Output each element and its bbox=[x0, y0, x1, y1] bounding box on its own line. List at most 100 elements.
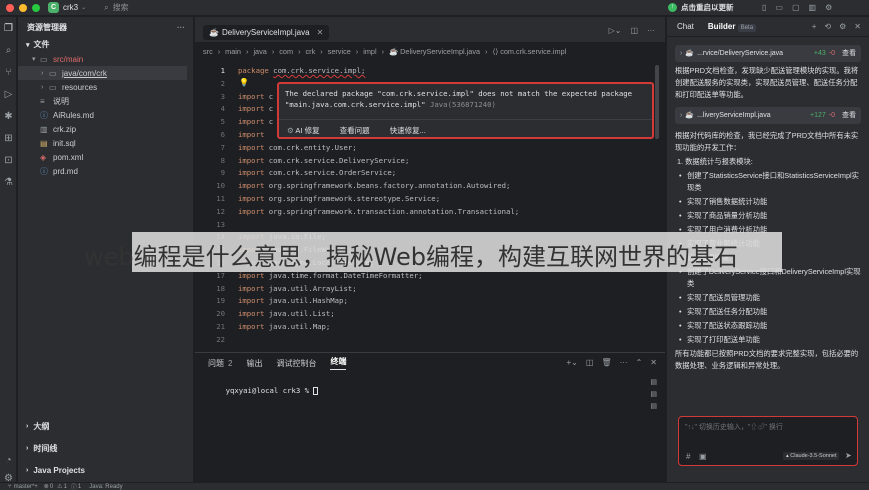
code-line[interactable]: import java.util.HashMap; bbox=[238, 296, 519, 309]
tree-item[interactable]: ▾ ▭ src/main bbox=[18, 52, 193, 66]
new-terminal-icon[interactable]: +⌄ bbox=[567, 358, 578, 367]
collapsed-section[interactable]: › 大纲 bbox=[18, 415, 194, 437]
view-button[interactable]: 查看 bbox=[842, 110, 856, 122]
breadcrumb-item[interactable]: com bbox=[279, 47, 293, 56]
close-panel-icon[interactable]: ✕ bbox=[854, 22, 861, 31]
branch-icon[interactable]: ⑂ bbox=[8, 484, 12, 490]
terminal-instance-icon[interactable]: ▤ bbox=[650, 378, 657, 386]
maximize-window-button[interactable] bbox=[32, 3, 40, 12]
breadcrumb-item[interactable]: com.crk.service.impl bbox=[500, 47, 566, 56]
terminal-tab[interactable]: 终端 bbox=[330, 356, 347, 370]
collapsed-section[interactable]: › Java Projects bbox=[18, 459, 194, 481]
tab-chat[interactable]: Chat bbox=[677, 22, 694, 31]
run-icon[interactable]: ▷⌄ bbox=[609, 26, 622, 35]
panel-toggle-icon[interactable]: ▢ bbox=[792, 3, 800, 12]
settings-gear-icon[interactable]: ⚙ bbox=[825, 3, 832, 12]
quick-fix-button[interactable]: 快速修复... bbox=[390, 125, 426, 136]
code-line[interactable]: import com.crk.service.OrderService; bbox=[238, 168, 519, 181]
close-window-button[interactable] bbox=[6, 3, 14, 12]
code-line[interactable]: package com.crk.service.impl; bbox=[238, 66, 519, 79]
code-line[interactable]: import com.crk.entity.User; bbox=[238, 143, 519, 156]
java-status[interactable]: Java: Ready bbox=[89, 484, 122, 490]
minimize-window-button[interactable] bbox=[19, 3, 27, 12]
maximize-panel-icon[interactable]: ⌃ bbox=[636, 358, 643, 367]
terminal-tab[interactable]: 输出 bbox=[246, 358, 262, 369]
bug-icon[interactable]: ✱ bbox=[0, 105, 17, 127]
collapsed-section[interactable]: › 时间线 bbox=[18, 437, 194, 459]
breadcrumb-item[interactable]: java bbox=[253, 47, 266, 56]
more-icon[interactable]: ··· bbox=[620, 358, 628, 367]
search-box[interactable]: ⌕ 搜索 bbox=[104, 2, 128, 13]
tree-item[interactable]: ⓘ AiRules.md bbox=[18, 108, 193, 122]
code-line[interactable] bbox=[238, 335, 519, 348]
files-section-header[interactable]: ▾ 文件 bbox=[18, 37, 193, 52]
remote-icon[interactable]: ⊞ bbox=[0, 127, 17, 149]
history-icon[interactable]: ⟲ bbox=[824, 22, 831, 31]
changed-file-card[interactable]: › ☕ ...rvice/DeliveryService.java +43 -0 查看 bbox=[675, 45, 861, 62]
chat-input[interactable]: "↑↓" 切换历史输入，"⇧⏎" 换行 bbox=[685, 422, 783, 432]
new-chat-icon[interactable]: + bbox=[812, 22, 817, 31]
tree-item[interactable]: ▥ crk.zip bbox=[18, 122, 193, 136]
layout-icon[interactable]: ▥ bbox=[809, 3, 817, 12]
view-button[interactable]: 查看 bbox=[842, 48, 856, 60]
update-button[interactable]: ↑ 点击重启以更新 bbox=[668, 2, 734, 13]
view-problem-button[interactable]: 查看问题 bbox=[340, 125, 370, 136]
lightbulb-icon[interactable]: 💡 bbox=[239, 78, 249, 87]
branch-name[interactable]: master*+ bbox=[14, 484, 38, 490]
split-editor-icon[interactable]: ◫ bbox=[630, 26, 638, 35]
code-line[interactable]: import java.util.Map; bbox=[238, 322, 519, 335]
code-line[interactable] bbox=[238, 220, 519, 233]
tree-item[interactable]: ≡ 说明 bbox=[18, 94, 193, 108]
breadcrumb-item[interactable]: DeliveryServiceImpl.java bbox=[400, 47, 480, 56]
terminal-tab[interactable]: 问题 2 bbox=[208, 358, 232, 369]
code-line[interactable]: import java.time.format.DateTimeFormatte… bbox=[238, 271, 519, 284]
sidebar-toggle-icon[interactable]: ▯ bbox=[762, 3, 766, 12]
breadcrumb-item[interactable]: impl bbox=[363, 47, 376, 56]
warning-icon[interactable]: ⚠ bbox=[57, 483, 62, 490]
code-line[interactable]: import com.crk.service.DeliveryService; bbox=[238, 156, 519, 169]
settings-gear-icon[interactable]: ⚙ bbox=[839, 22, 846, 31]
ai-fix-button[interactable]: ⚙ AI 修复 bbox=[287, 125, 320, 136]
project-switcher[interactable]: crk3 ⌄ bbox=[63, 3, 86, 12]
more-actions-icon[interactable]: ··· bbox=[177, 23, 185, 32]
hash-icon[interactable]: # bbox=[686, 452, 690, 461]
tab-builder[interactable]: Builder Beta bbox=[708, 22, 757, 32]
code-line[interactable]: import org.springframework.beans.factory… bbox=[238, 181, 519, 194]
terminal-cursor[interactable] bbox=[313, 387, 319, 395]
search-icon[interactable]: ⌕ bbox=[0, 39, 17, 61]
tree-item[interactable]: ▤ init.sql bbox=[18, 136, 193, 150]
terminal-instance-icon[interactable]: ▤ bbox=[650, 390, 657, 398]
terminal-instance-icon[interactable]: ▤ bbox=[650, 402, 657, 410]
code-line[interactable]: import java.util.List; bbox=[238, 309, 519, 322]
more-icon[interactable]: ··· bbox=[647, 26, 655, 35]
model-selector[interactable]: ▴ Claude-3.5-Sonnet bbox=[783, 452, 840, 460]
code-line[interactable]: import org.springframework.transaction.a… bbox=[238, 207, 519, 220]
layout-split-icon[interactable]: ▭ bbox=[775, 3, 783, 12]
breadcrumb-item[interactable]: main bbox=[225, 47, 241, 56]
changed-file-card[interactable]: › ☕ ...liveryServiceImpl.java +127 -0 查看 bbox=[675, 107, 861, 124]
tree-item[interactable]: › ▭ java/com/crk bbox=[18, 66, 187, 80]
breadcrumb-item[interactable]: src bbox=[203, 47, 213, 56]
close-panel-icon[interactable]: ✕ bbox=[650, 358, 657, 367]
send-icon[interactable]: ➤ bbox=[845, 451, 852, 460]
image-icon[interactable]: ▣ bbox=[699, 452, 707, 461]
info-icon[interactable]: ⓘ bbox=[71, 482, 77, 490]
tree-item[interactable]: ◈ pom.xml bbox=[18, 150, 193, 164]
code-line[interactable]: import java.util.ArrayList; bbox=[238, 284, 519, 297]
tree-item[interactable]: › ▭ resources bbox=[18, 80, 193, 94]
tree-item[interactable]: ⓘ prd.md bbox=[18, 164, 193, 178]
code-line[interactable]: import org.springframework.stereotype.Se… bbox=[238, 194, 519, 207]
chat-input-box[interactable]: "↑↓" 切换历史输入，"⇧⏎" 换行 # ▣ ▴ Claude-3.5-Son… bbox=[678, 416, 858, 466]
run-debug-icon[interactable]: ▷ bbox=[0, 83, 17, 105]
split-terminal-icon[interactable]: ◫ bbox=[586, 358, 594, 367]
error-icon[interactable]: ⊗ bbox=[44, 483, 49, 490]
explorer-icon[interactable]: ❐ bbox=[0, 17, 17, 39]
flask-icon[interactable]: ⚗ bbox=[0, 171, 17, 193]
terminal-tab[interactable]: 调试控制台 bbox=[276, 358, 316, 369]
source-control-icon[interactable]: ⑂ bbox=[0, 61, 17, 83]
editor-tab[interactable]: ☕ DeliveryServiceImpl.java ✕ bbox=[203, 25, 330, 40]
close-tab-icon[interactable]: ✕ bbox=[317, 28, 324, 37]
scrollbar[interactable] bbox=[655, 65, 659, 139]
extensions-icon[interactable]: ⊡ bbox=[0, 149, 17, 171]
breadcrumb-item[interactable]: crk bbox=[306, 47, 316, 56]
